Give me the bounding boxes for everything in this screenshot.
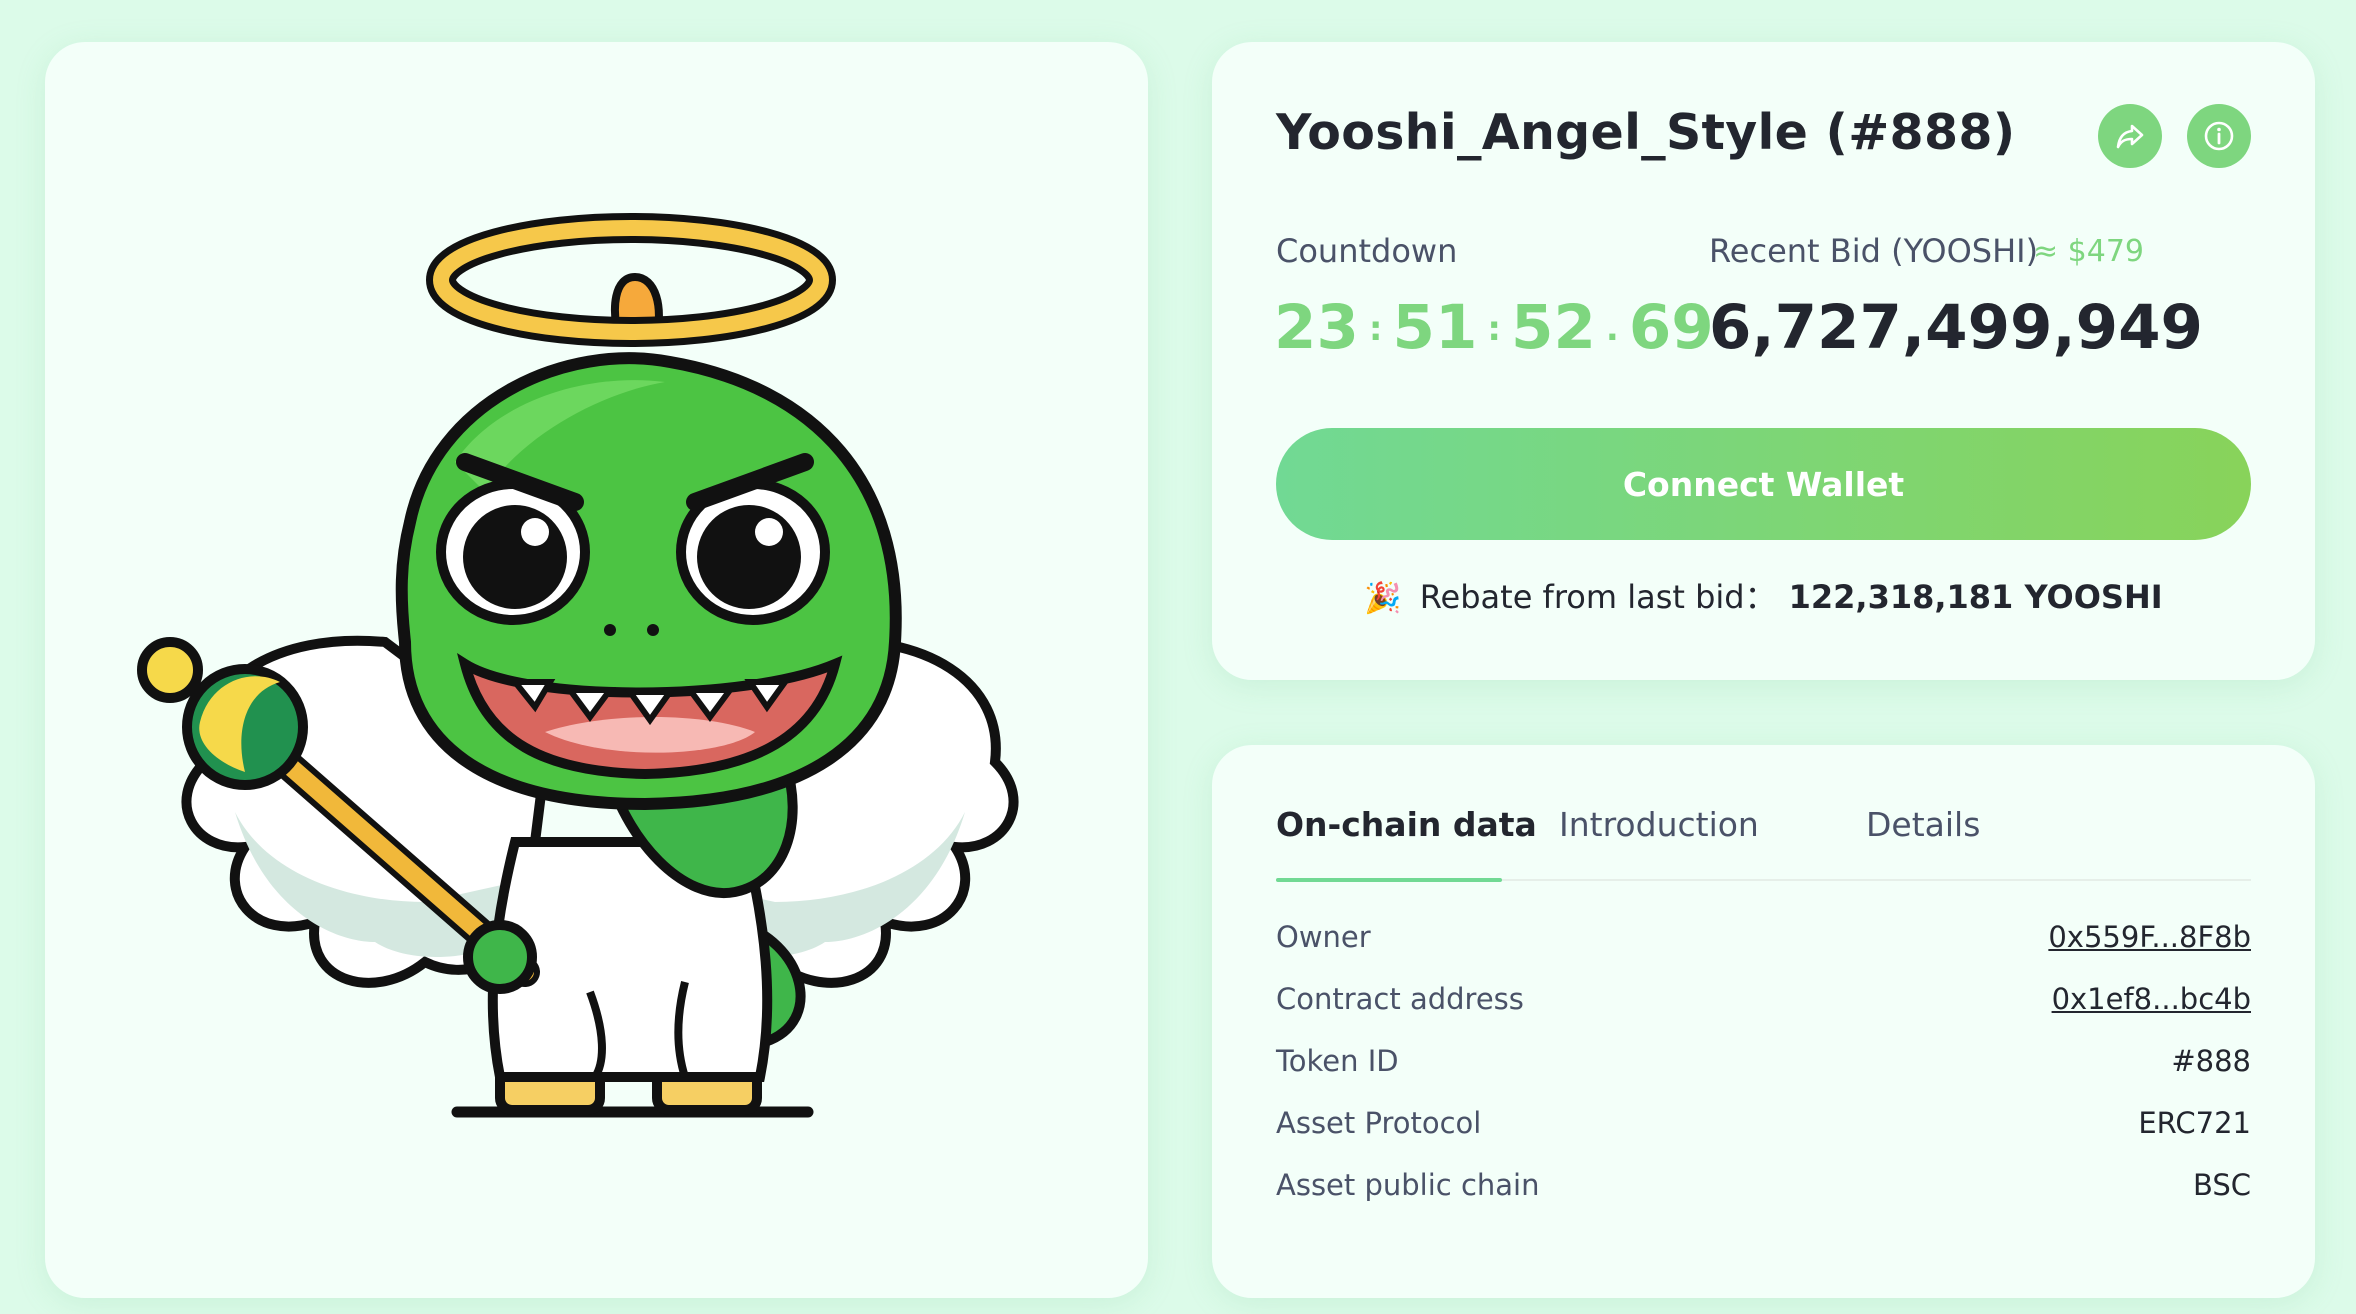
contract-address-link[interactable]: 0x1ef8...bc4b	[2052, 982, 2251, 1016]
token-id-value: #888	[2171, 1044, 2251, 1078]
row-key: Asset public chain	[1276, 1168, 1540, 1202]
share-button[interactable]	[2098, 104, 2162, 168]
row-key: Asset Protocol	[1276, 1106, 1482, 1140]
onchain-row-owner: Owner 0x559F...8F8b	[1276, 920, 2251, 960]
tab-bar: On-chain data Introduction Details	[1276, 805, 2251, 882]
countdown-centis: 69	[1628, 292, 1714, 363]
connect-wallet-button[interactable]: Connect Wallet	[1276, 428, 2251, 540]
onchain-row-protocol: Asset Protocol ERC721	[1276, 1106, 2251, 1146]
countdown-seconds: 52	[1511, 292, 1596, 363]
recent-bid-usd: ≈ $479	[2033, 234, 2145, 269]
info-tabs-card: On-chain data Introduction Details Owner…	[1212, 745, 2315, 1298]
rebate-info: 🎉 Rebate from last bid： 122,318,181 YOOSHI	[1212, 572, 2315, 618]
row-key: Owner	[1276, 920, 1371, 954]
countdown-separator: :	[1487, 309, 1501, 349]
row-key: Contract address	[1276, 982, 1524, 1016]
nft-artwork-card	[45, 42, 1148, 1298]
nft-artwork-image	[137, 213, 1019, 1118]
asset-protocol-value: ERC721	[2138, 1106, 2251, 1140]
countdown-label: Countdown	[1276, 232, 1458, 270]
recent-bid-label: Recent Bid (YOOSHI)	[1709, 232, 2039, 270]
tab-onchain-data[interactable]: On-chain data	[1276, 805, 1537, 844]
tab-introduction[interactable]: Introduction	[1559, 805, 1759, 844]
nft-title: Yooshi_Angel_Style (#888)	[1276, 104, 2016, 161]
countdown-separator: .	[1605, 309, 1619, 349]
share-icon	[2116, 124, 2144, 149]
onchain-row-chain: Asset public chain BSC	[1276, 1168, 2251, 1208]
countdown-separator: :	[1368, 309, 1383, 349]
info-icon	[2204, 121, 2234, 151]
countdown-hours: 23	[1274, 292, 1359, 363]
countdown-minutes: 51	[1392, 292, 1478, 363]
asset-chain-value: BSC	[2192, 1168, 2251, 1202]
row-key: Token ID	[1276, 1044, 1399, 1078]
party-popper-icon: 🎉	[1364, 581, 1402, 616]
active-tab-indicator	[1276, 878, 1502, 882]
rebate-value: 122,318,181 YOOSHI	[1788, 578, 2163, 616]
countdown-timer: 23 : 51 : 52 . 69	[1274, 292, 1714, 363]
info-button[interactable]	[2187, 104, 2251, 168]
rebate-label: Rebate from last bid：	[1419, 578, 1777, 616]
onchain-row-contract: Contract address 0x1ef8...bc4b	[1276, 982, 2251, 1022]
owner-address-link[interactable]: 0x559F...8F8b	[2048, 920, 2251, 954]
recent-bid-value: 6,727,499,949	[1709, 292, 2203, 363]
tab-details[interactable]: Details	[1866, 805, 1980, 844]
auction-card: Yooshi_Angel_Style (#888) Countdown Rece…	[1212, 42, 2315, 680]
onchain-row-token-id: Token ID #888	[1276, 1044, 2251, 1084]
